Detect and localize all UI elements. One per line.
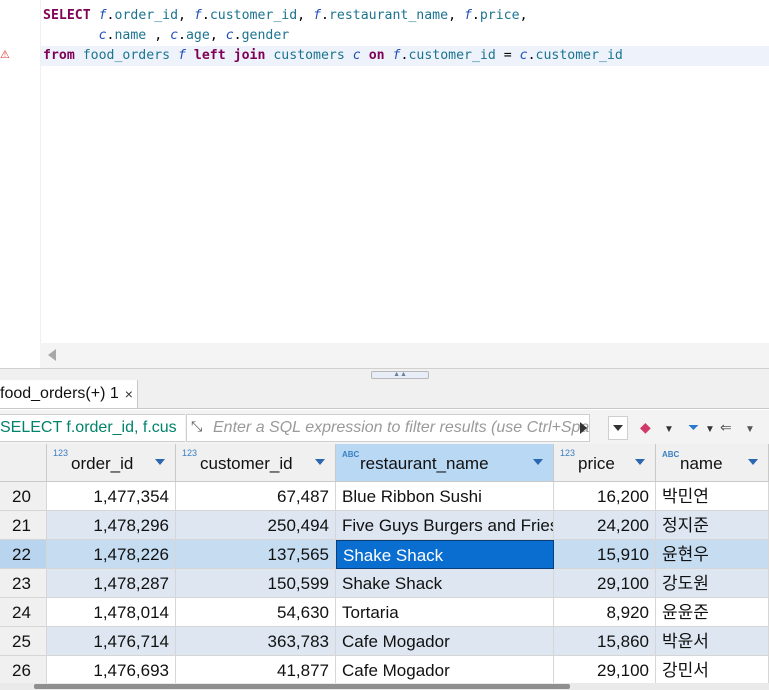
chevron-down-icon[interactable] [315, 459, 325, 465]
cell-customer-id[interactable]: 54,630 [176, 598, 336, 627]
code-line-3[interactable]: from food_orders f left join customers c… [41, 46, 769, 66]
sql-query-preview[interactable]: SELECT f.order_id, f.cus [0, 414, 185, 442]
row-number[interactable]: 21 [0, 511, 47, 540]
cell-price[interactable]: 15,910 [554, 540, 656, 569]
row-number-header [0, 444, 47, 482]
cell-order-id[interactable]: 1,478,287 [47, 569, 176, 598]
cell-restaurant-name[interactable]: Cafe Mogador [336, 656, 554, 685]
close-icon[interactable]: × [125, 386, 133, 402]
text-type-icon: ABC [342, 450, 360, 459]
filter-input[interactable]: ⤡ Enter a SQL expression to filter resul… [186, 414, 590, 442]
column-header-name[interactable]: ABC name [656, 444, 769, 482]
cell-name[interactable]: 박윤서 [656, 627, 769, 656]
scroll-left-arrow-icon[interactable] [48, 349, 56, 361]
cell-customer-id[interactable]: 150,599 [176, 569, 336, 598]
cell-name[interactable]: 윤윤준 [656, 598, 769, 627]
cell-restaurant-name[interactable]: Five Guys Burgers and Fries [336, 511, 554, 540]
back-arrow-icon[interactable]: ⇐ [720, 419, 732, 435]
row-number[interactable]: 25 [0, 627, 47, 656]
grid-horizontal-scrollbar[interactable] [0, 683, 769, 690]
cell-order-id[interactable]: 1,478,014 [47, 598, 176, 627]
cell-customer-id[interactable]: 67,487 [176, 482, 336, 511]
expand-icon[interactable]: ⤡ [191, 418, 202, 435]
cell-order-id[interactable]: 1,478,226 [47, 540, 176, 569]
numeric-type-icon: 123 [53, 448, 69, 458]
table-row-selected[interactable]: 22 1,478,226 137,565 Shake Shack 15,910 … [0, 540, 769, 569]
table-row[interactable]: 24 1,478,014 54,630 Tortaria 8,920 윤윤준 [0, 598, 769, 627]
cell-restaurant-name[interactable]: Cafe Mogador [336, 627, 554, 656]
table-row[interactable]: 25 1,476,714 363,783 Cafe Mogador 15,860… [0, 627, 769, 656]
cell-restaurant-name[interactable]: Tortaria [336, 598, 554, 627]
cell-name[interactable]: 강도원 [656, 569, 769, 598]
cell-order-id[interactable]: 1,477,354 [47, 482, 176, 511]
cell-restaurant-name-focused[interactable]: Shake Shack [336, 540, 554, 569]
cell-customer-id[interactable]: 250,494 [176, 511, 336, 540]
chevron-down-icon[interactable] [748, 459, 758, 465]
splitter-grip-icon[interactable]: ▲▲ [371, 371, 429, 379]
warning-triangle-icon: ⚠ [0, 48, 10, 61]
column-header-customer-id[interactable]: 123 customer_id [176, 444, 336, 482]
apply-filter-icon[interactable] [580, 422, 587, 434]
cell-name[interactable]: 강민서 [656, 656, 769, 685]
chevron-down-icon[interactable]: ▼ [664, 422, 674, 438]
cell-price[interactable]: 8,920 [554, 598, 656, 627]
chevron-down-icon[interactable]: ▼ [745, 422, 755, 438]
cell-price[interactable]: 24,200 [554, 511, 656, 540]
cell-order-id[interactable]: 1,478,296 [47, 511, 176, 540]
funnel-icon[interactable]: ⏷ [688, 419, 699, 435]
column-header-price[interactable]: 123 price [554, 444, 656, 482]
code-line-2[interactable]: c.name , c.age, c.gender [43, 26, 290, 46]
scrollbar-thumb[interactable] [34, 684, 570, 689]
cell-price[interactable]: 29,100 [554, 569, 656, 598]
eraser-icon[interactable]: ◆ [640, 419, 651, 435]
cell-customer-id[interactable]: 363,783 [176, 627, 336, 656]
cell-name[interactable]: 정지준 [656, 511, 769, 540]
tab-label: food_orders(+) 1 [0, 385, 119, 402]
editor-gutter: ⚠ [0, 0, 41, 368]
cell-restaurant-name[interactable]: Shake Shack [336, 569, 554, 598]
row-number[interactable]: 22 [0, 540, 47, 569]
editor-horizontal-scrollbar[interactable] [40, 343, 769, 368]
results-tab-bar: food_orders(+) 1 × [0, 380, 769, 409]
table-row[interactable]: 21 1,478,296 250,494 Five Guys Burgers a… [0, 511, 769, 540]
cell-customer-id[interactable]: 41,877 [176, 656, 336, 685]
filter-history-dropdown[interactable] [608, 416, 628, 440]
chevron-down-icon[interactable]: ▼ [705, 422, 715, 438]
tab-food-orders[interactable]: food_orders(+) 1 × [0, 380, 138, 408]
table-row[interactable]: 20 1,477,354 67,487 Blue Ribbon Sushi 16… [0, 482, 769, 511]
chevron-down-icon[interactable] [533, 459, 543, 465]
numeric-type-icon: 123 [560, 448, 576, 458]
cell-price[interactable]: 29,100 [554, 656, 656, 685]
cell-name[interactable]: 윤현우 [656, 540, 769, 569]
column-header-restaurant-name[interactable]: ABC restaurant_name [336, 444, 554, 482]
code-line-1[interactable]: SELECT f.order_id, f.customer_id, f.rest… [43, 6, 528, 26]
cell-restaurant-name[interactable]: Blue Ribbon Sushi [336, 482, 554, 511]
cell-name[interactable]: 박민연 [656, 482, 769, 511]
cell-customer-id[interactable]: 137,565 [176, 540, 336, 569]
cell-price[interactable]: 15,860 [554, 627, 656, 656]
cell-order-id[interactable]: 1,476,693 [47, 656, 176, 685]
row-number[interactable]: 20 [0, 482, 47, 511]
sql-editor[interactable]: ⚠ SELECT f.order_id, f.customer_id, f.re… [0, 0, 769, 368]
table-row[interactable]: 23 1,478,287 150,599 Shake Shack 29,100 … [0, 569, 769, 598]
results-grid[interactable]: 123 order_id 123 customer_id ABC restaur… [0, 444, 769, 690]
numeric-type-icon: 123 [182, 448, 198, 458]
filter-placeholder: Enter a SQL expression to filter results… [213, 419, 590, 436]
cell-price[interactable]: 16,200 [554, 482, 656, 511]
filter-bar: SELECT f.order_id, f.cus ⤡ Enter a SQL e… [0, 410, 769, 444]
chevron-down-icon[interactable] [635, 459, 645, 465]
row-number[interactable]: 23 [0, 569, 47, 598]
row-number[interactable]: 26 [0, 656, 47, 685]
table-row[interactable]: 26 1,476,693 41,877 Cafe Mogador 29,100 … [0, 656, 769, 685]
chevron-down-icon[interactable] [155, 459, 165, 465]
column-header-order-id[interactable]: 123 order_id [47, 444, 176, 482]
row-number[interactable]: 24 [0, 598, 47, 627]
text-type-icon: ABC [662, 450, 680, 459]
cell-order-id[interactable]: 1,476,714 [47, 627, 176, 656]
